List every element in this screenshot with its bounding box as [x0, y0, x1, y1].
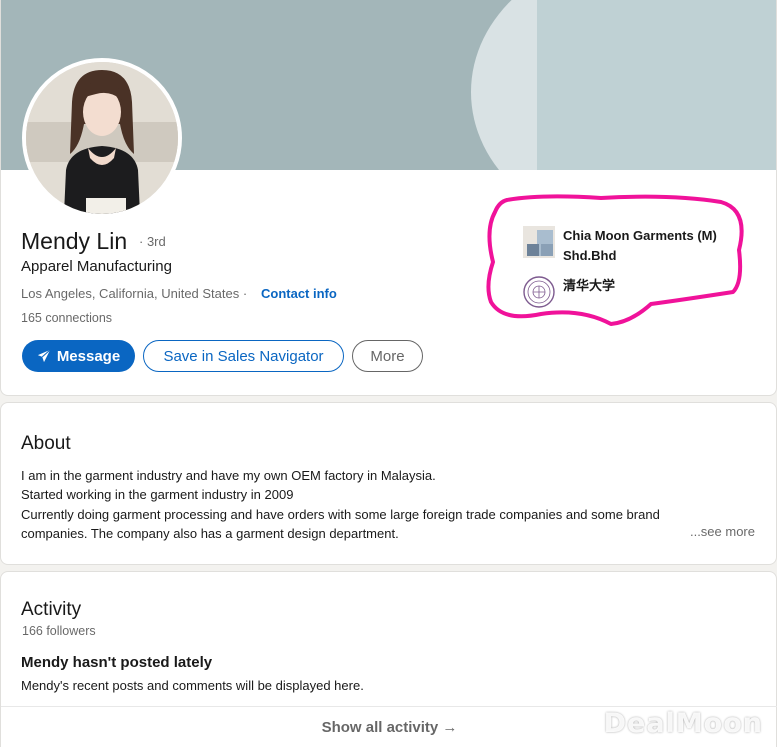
profile-card: Mendy Lin · 3rd Apparel Manufacturing Lo… — [0, 0, 777, 396]
current-company[interactable]: Chia Moon Garments (M) Shd.Bhd — [523, 226, 753, 266]
about-text: I am in the garment industry and have my… — [21, 466, 721, 543]
experience-summary: Chia Moon Garments (M) Shd.Bhd 清华大学 — [523, 226, 753, 318]
about-card: About I am in the garment industry and h… — [0, 402, 777, 565]
profile-headline: Apparel Manufacturing — [21, 258, 172, 275]
connections-count[interactable]: 165 connections — [21, 311, 112, 325]
university-seal-icon — [523, 276, 555, 308]
followers-count: 166 followers — [22, 624, 96, 638]
save-in-sales-navigator-button[interactable]: Save in Sales Navigator — [143, 340, 344, 372]
divider — [1, 706, 777, 707]
connection-degree: · 3rd — [139, 234, 166, 249]
message-button-label: Message — [56, 347, 121, 365]
more-button[interactable]: More — [352, 340, 423, 372]
about-title: About — [21, 433, 71, 454]
about-line: Currently doing garment processing and h… — [21, 506, 660, 541]
send-icon — [37, 349, 51, 363]
see-more-link[interactable]: ...see more — [690, 524, 755, 539]
about-line: I am in the garment industry and have my… — [21, 468, 436, 483]
more-button-label: More — [370, 347, 405, 365]
activity-title: Activity — [21, 599, 82, 620]
no-posts-text: Mendy's recent posts and comments will b… — [21, 678, 364, 693]
profile-location: Los Angeles, California, United States · — [21, 286, 248, 301]
message-button[interactable]: Message — [22, 340, 135, 372]
profile-name: Mendy Lin — [21, 228, 128, 254]
education-school[interactable]: 清华大学 — [523, 276, 753, 308]
sales-navigator-label: Save in Sales Navigator — [163, 347, 324, 365]
about-line: Started working in the garment industry … — [21, 487, 294, 503]
company-name: Chia Moon Garments (M) Shd.Bhd — [563, 228, 717, 263]
watermark-logo: DealMoon — [603, 708, 763, 739]
avatar[interactable] — [22, 58, 182, 218]
no-posts-title: Mendy hasn't posted lately — [21, 654, 213, 671]
contact-info-link[interactable]: Contact info — [261, 286, 337, 301]
company-logo-icon — [523, 226, 555, 258]
school-name: 清华大学 — [563, 278, 616, 293]
